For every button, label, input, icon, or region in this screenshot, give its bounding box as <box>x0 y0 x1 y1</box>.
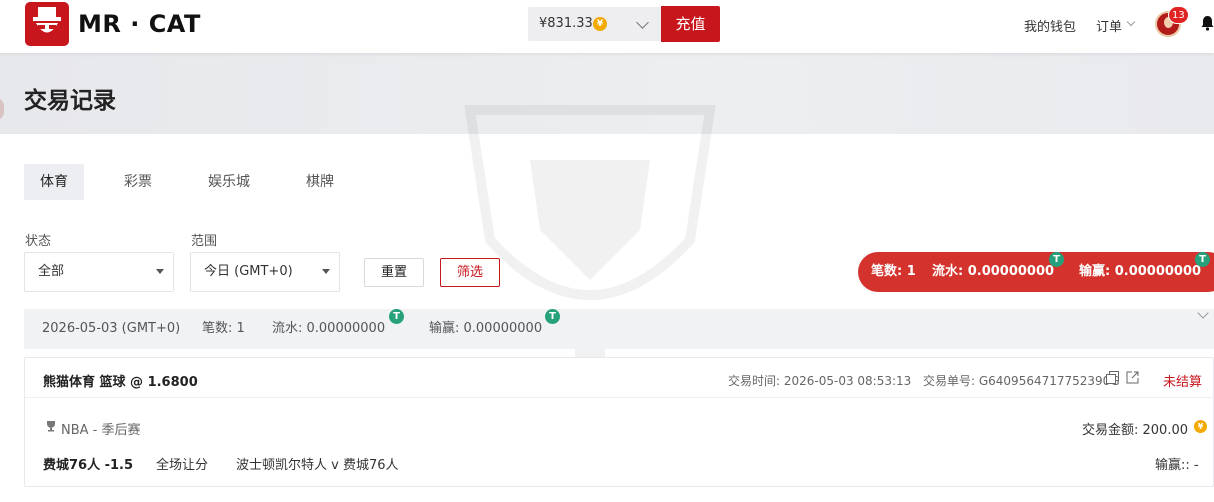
nav-my-wallet[interactable]: 我的钱包 <box>1024 16 1076 35</box>
external-link-icon[interactable] <box>1126 371 1139 384</box>
date-group-count: 笔数: 1 <box>202 321 245 336</box>
record-status: 未结算 <box>1163 375 1203 390</box>
recharge-button[interactable]: 充值 <box>661 6 720 42</box>
date-group-date: 2026-05-03 (GMT+0) <box>42 321 181 336</box>
tether-coin-icon: T <box>545 309 560 324</box>
record-order-number: 交易单号: G6409564717752390G <box>923 374 1120 388</box>
trophy-icon <box>47 421 55 432</box>
record-match: 波士顿凯尔特人 v 费城76人 <box>236 458 399 473</box>
date-group-turnover: 流水: 0.00000000 <box>272 321 386 336</box>
summary-winloss: 输赢: 0.00000000 <box>1079 264 1202 279</box>
brand-name[interactable]: MR · CAT <box>78 10 201 38</box>
record-winloss: 输赢:: - <box>1155 458 1199 473</box>
tab-casino[interactable]: 娱乐城 <box>200 164 258 200</box>
tab-sports[interactable]: 体育 <box>24 164 84 200</box>
summary-pill: 笔数: 1 流水: 0.00000000 T 输赢: 0.00000000 T <box>858 252 1214 292</box>
tether-coin-icon: T <box>389 309 404 324</box>
status-filter-label: 状态 <box>25 234 52 249</box>
summary-count: 笔数: 1 <box>871 264 916 279</box>
range-select-value: 今日 (GMT+0) <box>204 264 293 279</box>
tether-coin-icon: T <box>1049 252 1064 267</box>
record-market: 全场让分 <box>156 458 209 473</box>
nav-orders[interactable]: 订单 <box>1096 16 1122 35</box>
chevron-down-icon[interactable] <box>1197 307 1209 319</box>
copy-icon[interactable] <box>1106 371 1119 384</box>
caret-down-icon <box>322 269 330 274</box>
balance-amount: ¥831.33 <box>539 16 593 31</box>
record-time: 交易时间: 2026-05-03 08:53:13 <box>728 374 912 388</box>
yuan-coin-icon: ¥ <box>593 17 607 31</box>
chevron-down-icon <box>1126 17 1136 27</box>
transaction-record-card: 熊猫体育 篮球 @ 1.6800 交易时间: 2026-05-03 08:53:… <box>24 357 1214 487</box>
yuan-coin-icon: ¥ <box>1194 420 1207 433</box>
record-title: 熊猫体育 篮球 @ 1.6800 <box>43 375 198 390</box>
range-filter-label: 范围 <box>191 234 218 249</box>
balance-selector[interactable]: ¥831.33 ¥ <box>528 7 661 41</box>
record-league: NBA - 季后赛 <box>61 423 141 438</box>
record-header: 熊猫体育 篮球 @ 1.6800 交易时间: 2026-05-03 08:53:… <box>25 358 1214 398</box>
tether-coin-icon: T <box>1195 252 1210 267</box>
top-header: MR · CAT ¥831.33 ¥ 充值 我的钱包 订单 13 <box>0 0 1214 53</box>
summary-turnover: 流水: 0.00000000 <box>932 264 1055 279</box>
chevron-down-icon <box>636 16 649 29</box>
notification-badge: 13 <box>1168 6 1189 24</box>
tab-chess-cards[interactable]: 棋牌 <box>294 164 346 200</box>
record-amount: 交易金额: 200.00 <box>1082 423 1188 438</box>
date-group-header[interactable]: 2026-05-03 (GMT+0) 笔数: 1 流水: 0.00000000 … <box>24 307 1214 349</box>
status-select[interactable]: 全部 <box>24 252 174 292</box>
date-group-winloss: 输赢: 0.00000000 <box>429 321 543 336</box>
status-select-value: 全部 <box>38 264 65 279</box>
page-title: 交易记录 <box>24 88 116 114</box>
reset-button[interactable]: 重置 <box>364 258 424 287</box>
filter-button[interactable]: 筛选 <box>440 258 500 287</box>
caret-down-icon <box>156 269 164 274</box>
tab-lottery[interactable]: 彩票 <box>110 164 166 200</box>
range-select[interactable]: 今日 (GMT+0) <box>190 252 340 292</box>
record-pick: 费城76人 -1.5 <box>43 458 134 473</box>
bell-icon[interactable] <box>1201 15 1214 31</box>
brand-logo-icon[interactable] <box>25 2 69 46</box>
